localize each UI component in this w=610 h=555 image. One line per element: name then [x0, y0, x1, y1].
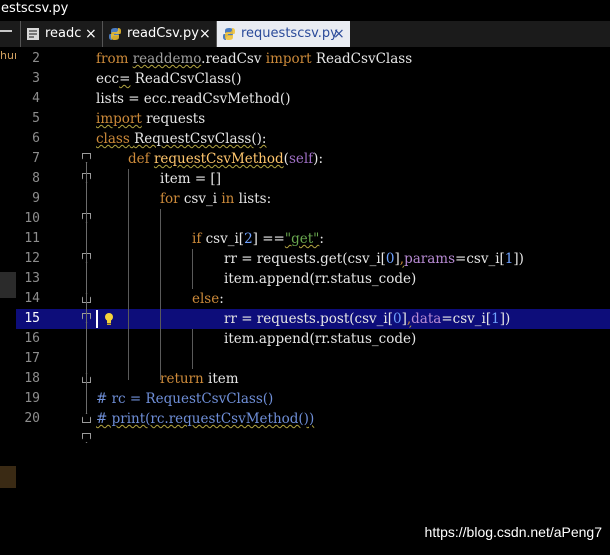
line-number: 3 [32, 71, 40, 86]
code-line[interactable]: 4 lists = ecc.readCsvMethod() [16, 89, 610, 109]
watermark: https://blog.csdn.net/aPeng7 [424, 524, 602, 540]
fold-guide [86, 163, 87, 413]
code-line[interactable]: 20 # print(rc.requestCsvMethod()) [16, 409, 610, 429]
code-line[interactable]: 18 return item [16, 369, 610, 389]
code-text: from readdemo.readCsv import ReadCsvClas… [96, 51, 413, 67]
line-number: 9 [32, 191, 40, 206]
code-text: ecc= ReadCsvClass() [96, 71, 242, 87]
code-text: item.append(rr.status_code) [224, 331, 417, 347]
code-line[interactable]: 5 import requests [16, 109, 610, 129]
code-text: rr = requests.get(csv_i[0],params=csv_i[… [224, 251, 524, 267]
indent-guide [192, 329, 193, 369]
code-text: lists = ecc.readCsvMethod() [96, 91, 291, 107]
code-text: if csv_i[2] =="get": [192, 231, 324, 247]
code-line[interactable]: 16 item.append(rr.status_code) [16, 329, 610, 349]
line-number: 19 [24, 391, 40, 406]
code-line[interactable]: 11 if csv_i[2] =="get": [16, 229, 610, 249]
code-lines: 2 from readdemo.readCsv import ReadCsvCl… [0, 0, 610, 555]
code-line[interactable]: 12 rr = requests.get(csv_i[0],params=csv… [16, 249, 610, 269]
code-line[interactable]: 19 # rc = RequestCsvClass() [16, 389, 610, 409]
line-number: 12 [24, 251, 40, 266]
code-text: item = [] [160, 171, 221, 187]
line-number: 4 [32, 91, 40, 106]
code-line[interactable]: 9 for csv_i in lists: [16, 189, 610, 209]
indent-guide [128, 169, 129, 380]
code-text: rr = requests.post(csv_i[0],data=csv_i[1… [224, 311, 511, 327]
code-line[interactable]: 13 item.append(rr.status_code) [16, 269, 610, 289]
lightbulb-icon[interactable] [104, 312, 114, 326]
code-line[interactable]: 8 item = [] [16, 169, 610, 189]
code-line[interactable]: 10 [16, 209, 610, 229]
text-caret [96, 310, 98, 328]
line-number: 14 [24, 291, 40, 306]
code-text: item.append(rr.status_code) [224, 271, 417, 287]
line-number: 2 [32, 51, 40, 66]
indent-guide [160, 209, 161, 380]
code-line[interactable]: 7 def requestCsvMethod(self): [16, 149, 610, 169]
indent-guide [192, 249, 193, 289]
code-line[interactable]: 17 [16, 349, 610, 369]
line-number: 16 [24, 331, 40, 346]
line-number: 8 [32, 171, 40, 186]
code-line[interactable]: 2 from readdemo.readCsv import ReadCsvCl… [16, 49, 610, 69]
line-number: 7 [32, 151, 40, 166]
line-number: 11 [24, 231, 40, 246]
line-number: 10 [24, 211, 40, 226]
code-line[interactable]: 3 ecc= ReadCsvClass() [16, 69, 610, 89]
code-comment: # print(rc.requestCsvMethod()) [96, 411, 315, 427]
line-number: 6 [32, 131, 40, 146]
code-text: def requestCsvMethod(self): [128, 151, 323, 167]
line-number: 15 [24, 311, 40, 326]
code-text: import requests [96, 111, 206, 127]
line-number: 20 [24, 411, 40, 426]
code-line[interactable]: 14 else: [16, 289, 610, 309]
code-text: return item [160, 371, 239, 387]
code-text: class RequestCsvClass(): [96, 131, 267, 147]
line-number: 17 [24, 351, 40, 366]
code-text: for csv_i in lists: [160, 191, 272, 207]
line-number: 5 [32, 111, 40, 126]
line-number: 13 [24, 271, 40, 286]
line-number: 18 [24, 371, 40, 386]
code-text: else: [192, 291, 224, 307]
code-comment: # rc = RequestCsvClass() [96, 391, 274, 407]
code-line[interactable]: 6 class RequestCsvClass(): [16, 129, 610, 149]
